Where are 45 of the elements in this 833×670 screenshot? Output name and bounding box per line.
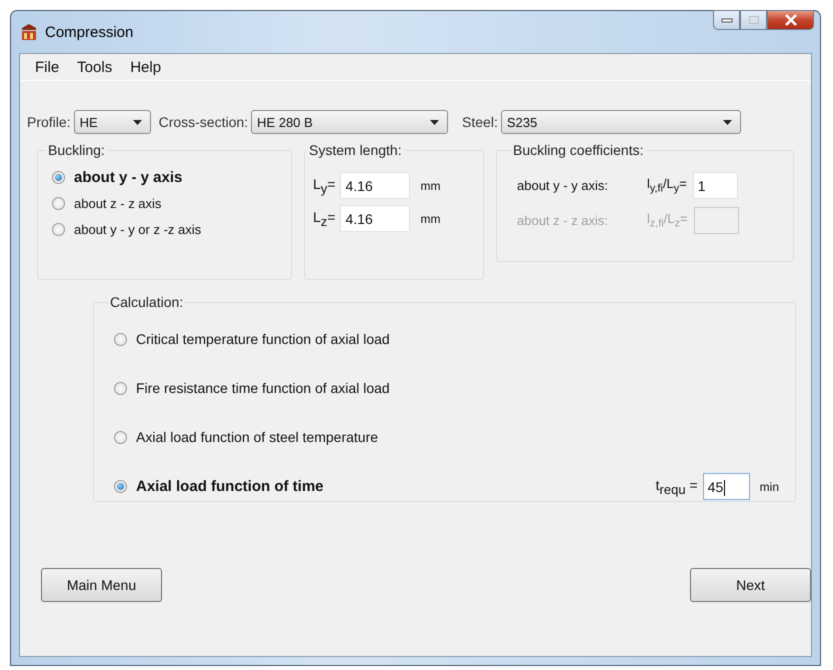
field-label: Steel:	[462, 114, 498, 130]
unit-label: mm	[420, 212, 440, 226]
minimize-icon	[720, 16, 732, 24]
ratio-label: l$_{y,fi}$/L$_{y}$=	[647, 176, 687, 195]
radio-option[interactable]: about y - y axis	[52, 164, 279, 190]
window-title: Compression	[45, 24, 134, 40]
axis-label: about z - z axis:	[517, 213, 610, 228]
close-icon	[784, 14, 798, 26]
menu-item[interactable]: File	[26, 56, 68, 78]
group-title: System length:	[308, 142, 403, 158]
radio-option[interactable]: Axial load function of steel temperature	[114, 424, 378, 450]
radio-option[interactable]: about y - y or z -z axis	[52, 216, 279, 242]
field-label: Cross-section:	[158, 114, 248, 130]
time-field[interactable]: 45	[702, 473, 750, 500]
group-title: Buckling:	[47, 142, 106, 158]
close-button[interactable]	[767, 10, 814, 30]
radio-option[interactable]: Axial load function of time	[114, 474, 324, 500]
coefficient-field[interactable]: 1	[692, 172, 738, 199]
dropdown[interactable]: S235	[500, 110, 741, 134]
field-label: Profile:	[27, 114, 71, 130]
caret-icon	[132, 120, 142, 124]
length-field[interactable]: 4.16	[340, 172, 410, 199]
dropdown[interactable]: HE	[74, 110, 151, 134]
radio-option[interactable]: Fire resistance time function of axial load	[114, 375, 390, 401]
dropdown[interactable]: HE 280 B	[251, 110, 448, 134]
maximize-icon	[748, 15, 760, 25]
maximize-button[interactable]	[740, 10, 767, 30]
radio-option[interactable]: Critical temperature function of axial load	[114, 326, 390, 352]
ratio-label: l$_{z,fi}$/L$_{z}$=	[647, 211, 688, 230]
coefficient-field[interactable]	[694, 207, 739, 234]
length-field[interactable]: 4.16	[340, 205, 410, 232]
group-title: Buckling coefficients:	[512, 142, 644, 158]
unit-label: min	[760, 480, 779, 494]
axis-label: about y - y axis:	[517, 178, 610, 193]
minimize-button[interactable]	[713, 10, 740, 30]
menu-item[interactable]: Tools	[68, 56, 122, 78]
app-icon	[20, 23, 38, 41]
caret-icon	[430, 120, 440, 124]
next-button[interactable]: Next	[690, 568, 811, 602]
radio-option[interactable]: about z - z axis	[52, 190, 279, 216]
menu-item[interactable]: Help	[121, 56, 170, 78]
main-menu-button[interactable]: Main Menu	[41, 568, 162, 602]
group-title: Calculation:	[109, 294, 184, 310]
unit-label: mm	[420, 178, 440, 192]
caret-icon	[722, 120, 732, 124]
